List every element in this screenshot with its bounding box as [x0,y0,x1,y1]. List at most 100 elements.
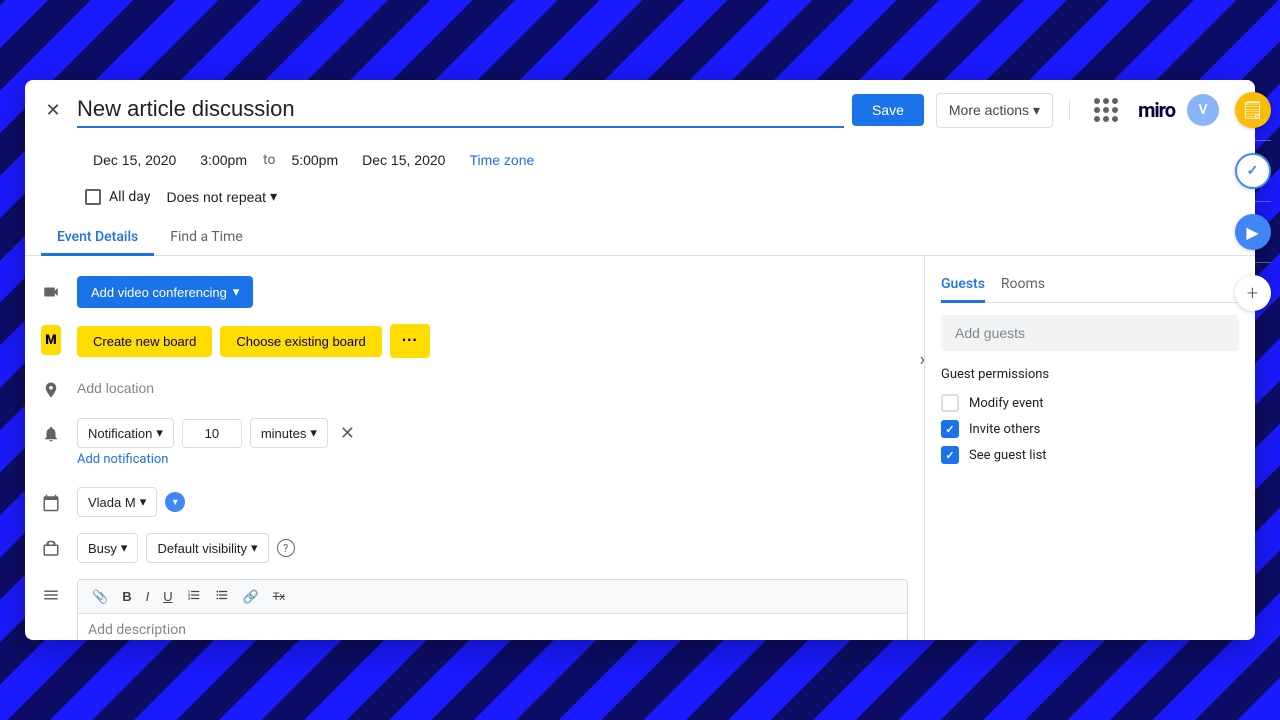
location-row [41,366,908,410]
end-time-button[interactable]: 5:00pm [283,148,346,172]
apps-grid-icon[interactable] [1086,90,1126,130]
notification-icon [41,424,61,444]
repeat-chevron: ▾ [270,188,277,205]
allday-row: All day Does not repeat ▾ [25,180,1255,213]
end-date-button[interactable]: Dec 15, 2020 [354,148,453,172]
busy-chevron: ▾ [121,540,128,556]
checkmark-icon[interactable]: ✓ [1235,153,1271,189]
content-area: Add video conferencing ▾ M Create new bo… [25,256,1255,640]
status-controls: Busy ▾ Default visibility ▾ ? [77,533,908,563]
notification-row: Notification ▾ minutes ▾ ✕ Add notificat… [41,410,908,479]
visibility-chevron: ▾ [251,540,258,556]
add-video-conferencing-button[interactable]: Add video conferencing ▾ [77,276,253,308]
video-conf-icon [41,282,61,302]
permission-invite-others: Invite others [941,416,1239,442]
status-content: Busy ▾ Default visibility ▾ ? [77,533,908,563]
more-actions-chevron: ▾ [1033,102,1040,119]
notification-controls: Notification ▾ minutes ▾ ✕ [77,418,908,448]
calendar-icon [41,493,61,513]
calendar-owner-label: Vlada M [88,495,136,510]
briefcase-icon [41,539,61,559]
busy-status-dropdown[interactable]: Busy ▾ [77,533,138,563]
help-icon[interactable]: ? [277,539,295,557]
allday-checkbox[interactable] [85,189,101,205]
user-avatar[interactable]: V [1187,94,1219,126]
start-time-button[interactable]: 3:00pm [192,148,255,172]
add-icon[interactable]: + [1235,275,1271,311]
miro-row: M Create new board Choose existing board… [41,316,908,366]
underline-button[interactable]: U [157,585,178,608]
description-toolbar: 📎 B I U 🔗 Tx [78,580,907,614]
header-actions: Save More actions ▾ miro V [852,90,1243,130]
color-chevron: ▾ [173,497,178,508]
guests-tabs: Guests Rooms [941,268,1239,303]
right-panel: Guests Rooms Guest permissions Modify ev… [925,256,1255,640]
tab-find-time[interactable]: Find a Time [154,221,259,256]
description-content: 📎 B I U 🔗 Tx [77,579,908,640]
miro-icon[interactable]: M [41,325,61,355]
start-date-button[interactable]: Dec 15, 2020 [85,148,184,172]
add-guests-input[interactable] [941,315,1239,351]
close-button[interactable]: ✕ [37,94,69,126]
video-meet-icon[interactable]: ▶ [1235,214,1271,250]
calendar-owner-dropdown[interactable]: Vlada M ▾ [77,487,157,517]
choose-existing-board-button[interactable]: Choose existing board [220,326,381,357]
notification-unit-dropdown[interactable]: minutes ▾ [250,418,328,448]
miro-content: Create new board Choose existing board ·… [77,324,908,358]
create-new-board-button[interactable]: Create new board [77,326,212,357]
tab-event-details[interactable]: Event Details [41,221,154,256]
description-input[interactable]: Add description [78,614,907,640]
tab-guests[interactable]: Guests [941,268,985,303]
collapse-arrow-icon: › [920,350,925,371]
notification-type-chevron: ▾ [156,425,163,441]
status-row: Busy ▾ Default visibility ▾ ? [41,525,908,571]
numbered-list-button[interactable] [181,584,207,609]
miro-logo: miro [1138,98,1175,122]
save-button[interactable]: Save [852,94,924,126]
notification-value-input[interactable] [182,419,242,448]
remove-notification-button[interactable]: ✕ [336,419,359,448]
more-actions-label: More actions [949,102,1029,118]
divider [1069,100,1070,120]
collapse-panel-button[interactable]: › [920,350,925,371]
notification-type-dropdown[interactable]: Notification ▾ [77,418,174,448]
timezone-button[interactable]: Time zone [461,148,542,172]
miro-more-button[interactable]: ··· [390,324,430,358]
see-guest-list-checkbox[interactable] [941,446,959,464]
notification-unit-label: minutes [261,426,307,441]
remove-format-button[interactable]: Tx [267,587,291,607]
event-tabs: Event Details Find a Time [25,213,1255,256]
add-notification-link[interactable]: Add notification [77,448,908,471]
attach-button[interactable]: 📎 [86,585,114,609]
allday-label: All day [109,189,150,205]
video-conf-label: Add video conferencing [91,285,227,300]
bold-button[interactable]: B [116,585,137,608]
description-row: 📎 B I U 🔗 Tx [41,571,908,640]
video-conf-chevron: ▾ [233,284,240,300]
right-sidebar: 🗒 ✓ ▶ + [1225,80,1280,640]
hamburger-icon [41,585,61,605]
more-actions-button[interactable]: More actions ▾ [936,93,1053,128]
visibility-label: Default visibility [157,541,247,556]
bulleted-list-button[interactable] [209,584,235,609]
miro-board-icon: M [41,330,61,350]
notification-content: Notification ▾ minutes ▾ ✕ Add notificat… [77,418,908,471]
video-conf-content: Add video conferencing ▾ [77,276,908,308]
italic-button[interactable]: I [140,585,156,608]
invite-others-checkbox[interactable] [941,420,959,438]
visibility-dropdown[interactable]: Default visibility ▾ [146,533,268,563]
notification-unit-chevron: ▾ [310,425,317,441]
link-button[interactable]: 🔗 [237,585,265,609]
sticky-note-icon[interactable]: 🗒 [1235,92,1271,128]
calendar-color-picker[interactable]: ▾ [165,492,185,512]
modify-event-checkbox[interactable] [941,394,959,412]
repeat-dropdown[interactable]: Does not repeat ▾ [158,184,285,209]
event-title-input[interactable] [77,92,844,128]
description-area: 📎 B I U 🔗 Tx [77,579,908,640]
permission-see-guest-list: See guest list [941,442,1239,468]
tab-rooms[interactable]: Rooms [1001,268,1045,303]
see-guest-list-label: See guest list [969,448,1047,463]
location-input[interactable] [77,374,908,402]
guest-permissions-title: Guest permissions [941,367,1239,382]
close-icon: ✕ [45,100,60,121]
